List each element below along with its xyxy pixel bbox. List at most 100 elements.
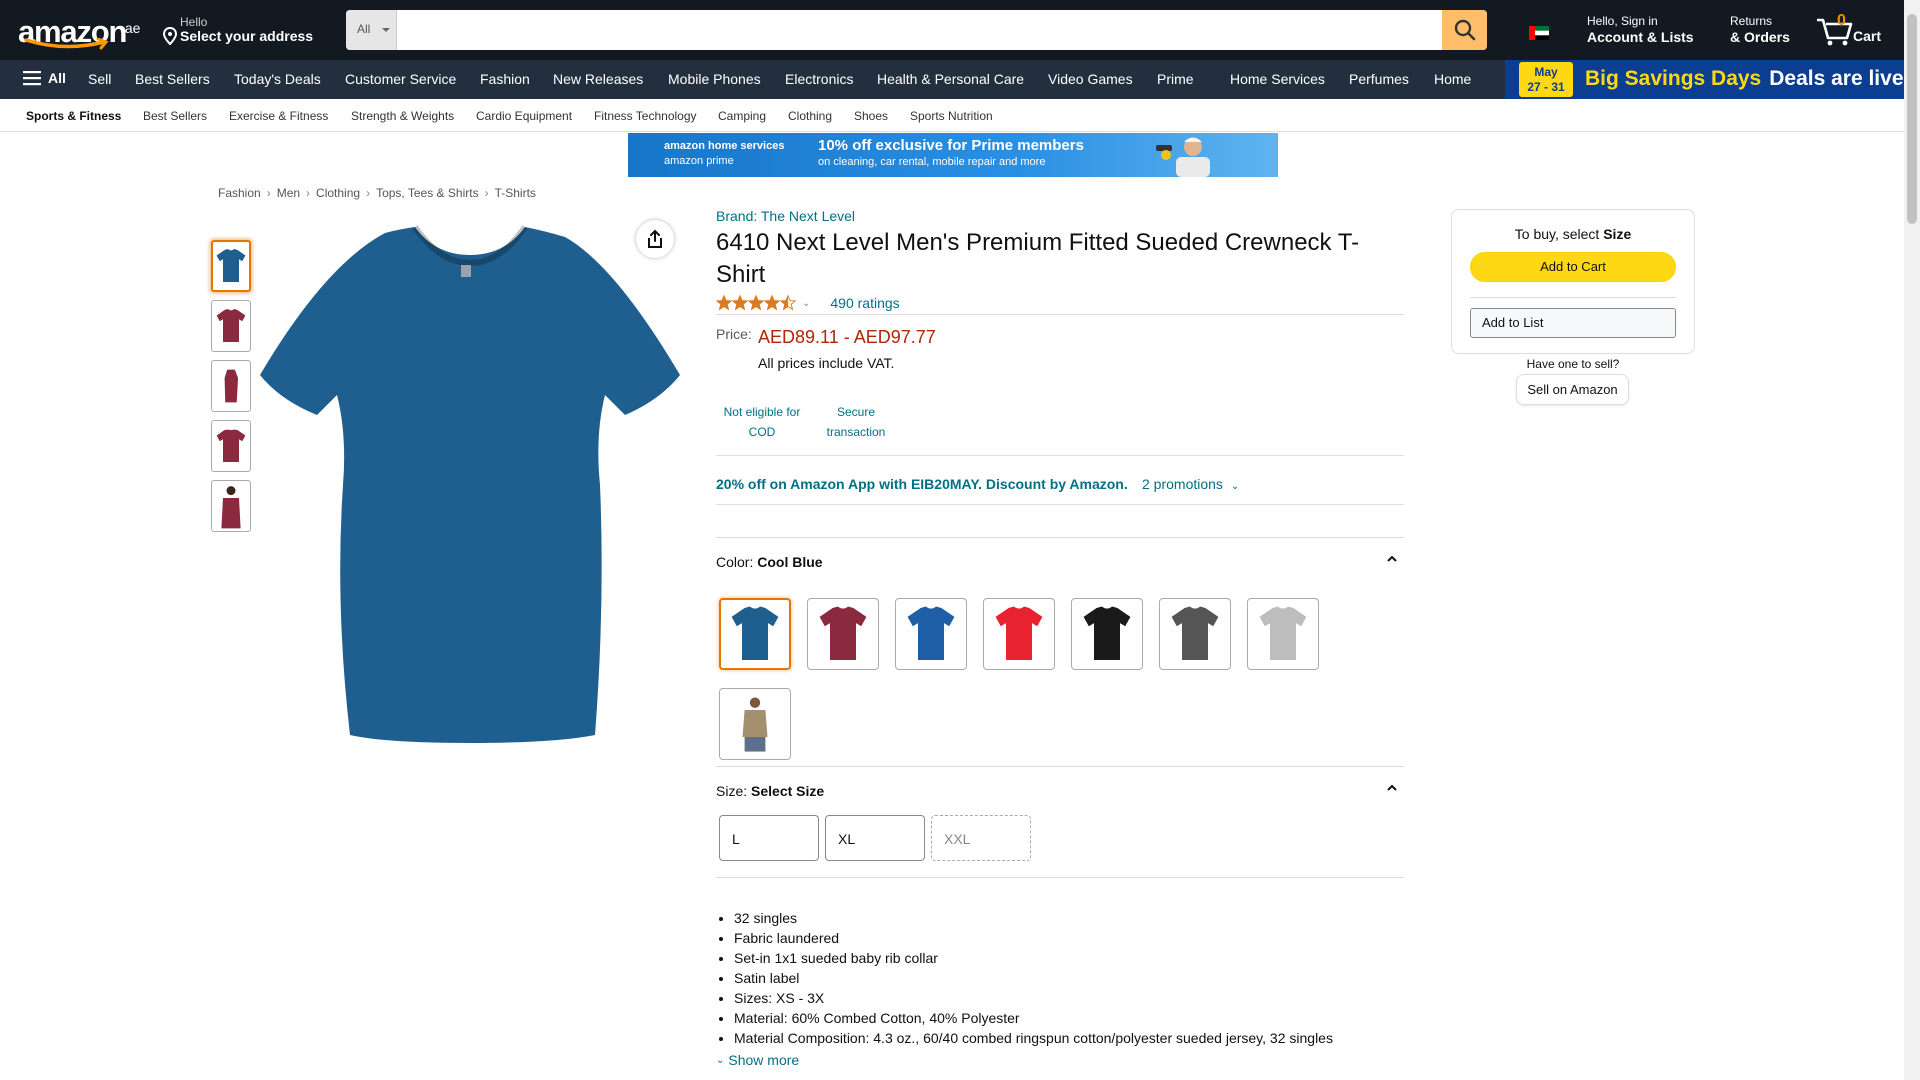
- size-header[interactable]: Size: Select Size: [716, 767, 1404, 811]
- nav-customer-service[interactable]: Customer Service: [345, 71, 456, 87]
- address-prompt: Select your address: [180, 28, 314, 44]
- all-menu-button[interactable]: All: [23, 70, 66, 86]
- share-button[interactable]: [636, 220, 674, 258]
- page-scrollbar[interactable]: [1904, 0, 1920, 1080]
- product-main-image[interactable]: [255, 225, 685, 745]
- nav-home[interactable]: Home: [1434, 71, 1471, 87]
- cat-shoes[interactable]: Shoes: [854, 109, 888, 123]
- search-input[interactable]: [397, 10, 1442, 50]
- size-option-l[interactable]: L: [719, 815, 819, 861]
- amazon-logo[interactable]: amazon .ae: [18, 12, 140, 52]
- breadcrumb-separator-icon: ›: [484, 186, 489, 200]
- thumbnail[interactable]: [211, 420, 251, 472]
- feature-cod-line1: Not eligible for: [723, 405, 801, 419]
- buy-instruction-prefix: To buy, select: [1514, 226, 1604, 242]
- nav-new-releases[interactable]: New Releases: [553, 71, 643, 87]
- color-header[interactable]: Color: Cool Blue: [716, 538, 1404, 582]
- color-swatch[interactable]: [1159, 598, 1231, 670]
- nav-health-personal-care[interactable]: Health & Personal Care: [877, 71, 1024, 87]
- uae-flag-icon[interactable]: [1529, 26, 1549, 40]
- cat-clothing[interactable]: Clothing: [788, 109, 832, 123]
- color-swatch[interactable]: [1247, 598, 1319, 670]
- feature-cod[interactable]: Not eligible for COD: [720, 402, 804, 442]
- color-swatch[interactable]: [807, 598, 879, 670]
- breadcrumb-tshirts[interactable]: T-Shirts: [495, 186, 536, 200]
- returns-orders[interactable]: Returns & Orders: [1730, 14, 1790, 45]
- size-option-xl[interactable]: XL: [825, 815, 925, 861]
- scrollbar-thumb[interactable]: [1907, 14, 1917, 224]
- color-swatch[interactable]: [983, 598, 1055, 670]
- cart-button[interactable]: 0 Cart: [1815, 12, 1890, 48]
- cat-exercise-fitness[interactable]: Exercise & Fitness: [229, 109, 328, 123]
- ratings-count-link[interactable]: 490 ratings: [830, 295, 899, 311]
- tshirt-back-thumbnail-icon: [216, 429, 246, 462]
- search-category-label: All: [357, 22, 371, 36]
- color-swatch[interactable]: [719, 688, 791, 760]
- cat-camping[interactable]: Camping: [718, 109, 766, 123]
- nav-video-games[interactable]: Video Games: [1048, 71, 1133, 87]
- tshirt-swatch-icon: [742, 697, 768, 752]
- cat-fitness-technology[interactable]: Fitness Technology: [594, 109, 697, 123]
- breadcrumb-separator-icon: ›: [366, 186, 371, 200]
- promotions-count: 2 promotions: [1142, 476, 1223, 492]
- breadcrumb-men[interactable]: Men: [277, 186, 300, 200]
- color-swatch[interactable]: [719, 598, 791, 670]
- tshirt-thumbnail-icon: [216, 309, 246, 342]
- account-greeting: Hello, Sign in: [1587, 14, 1658, 28]
- thumbnail[interactable]: [211, 300, 251, 352]
- show-more-link[interactable]: ⌄ Show more: [716, 1052, 1404, 1068]
- thumbnail[interactable]: [211, 360, 251, 412]
- technician-illustration: [1156, 137, 1210, 177]
- search-button[interactable]: [1442, 10, 1487, 50]
- tshirt-shape: [260, 227, 680, 743]
- breadcrumb-fashion[interactable]: Fashion: [218, 186, 261, 200]
- nav-best-sellers[interactable]: Best Sellers: [135, 71, 210, 87]
- breadcrumb-clothing[interactable]: Clothing: [316, 186, 360, 200]
- cat-strength-weights[interactable]: Strength & Weights: [351, 109, 454, 123]
- add-to-list-button[interactable]: Add to List: [1470, 308, 1676, 338]
- image-thumbnails: [211, 240, 251, 540]
- feature-secure[interactable]: Secure transaction: [820, 402, 892, 442]
- nav-electronics[interactable]: Electronics: [785, 71, 853, 87]
- ad-brand: amazon home services amazon prime: [664, 139, 784, 169]
- show-more-label: Show more: [728, 1052, 800, 1068]
- nav-perfumes[interactable]: Perfumes: [1349, 71, 1409, 87]
- search-category-select[interactable]: All: [346, 10, 397, 50]
- chevron-down-icon: ⌄: [716, 1054, 725, 1066]
- nav-prime[interactable]: Prime: [1157, 71, 1194, 87]
- search-bar: All: [346, 10, 1487, 50]
- chevron-down-icon[interactable]: ⌄: [802, 298, 810, 309]
- big-savings-banner[interactable]: May 27 - 31 Big Savings Days Deals are li…: [1505, 60, 1904, 99]
- cat-sports-fitness[interactable]: Sports & Fitness: [26, 109, 121, 123]
- size-label-text: Size:: [716, 783, 748, 799]
- thumbnail[interactable]: [211, 240, 251, 292]
- nav-fashion[interactable]: Fashion: [480, 71, 530, 87]
- brand-link[interactable]: Brand: The Next Level: [716, 208, 1404, 224]
- account-lists[interactable]: Hello, Sign in Account & Lists: [1587, 14, 1694, 45]
- cat-best-sellers[interactable]: Best Sellers: [143, 109, 207, 123]
- deliver-to-address[interactable]: Hello Select your address: [160, 14, 330, 48]
- thumbnail[interactable]: [211, 480, 251, 532]
- promo-text[interactable]: 20% off on Amazon App with EIB20MAY. Dis…: [716, 476, 1128, 492]
- color-swatch[interactable]: [895, 598, 967, 670]
- size-option-xxl[interactable]: XXL: [931, 815, 1031, 861]
- star-icon: [780, 295, 796, 311]
- promo-headline-2: Deals are live: [1769, 67, 1904, 90]
- add-to-cart-button[interactable]: Add to Cart: [1470, 252, 1676, 282]
- cat-sports-nutrition[interactable]: Sports Nutrition: [910, 109, 993, 123]
- star-rating[interactable]: [716, 295, 796, 311]
- promotions-dropdown[interactable]: 2 promotions ⌄: [1142, 476, 1239, 492]
- nav-todays-deals[interactable]: Today's Deals: [234, 71, 321, 87]
- nav-sell[interactable]: Sell: [88, 71, 111, 87]
- breadcrumb-tops[interactable]: Tops, Tees & Shirts: [376, 186, 479, 200]
- home-services-ad[interactable]: amazon home services amazon prime 10% of…: [628, 133, 1278, 177]
- nav-home-services[interactable]: Home Services: [1230, 71, 1325, 87]
- color-swatch[interactable]: [1071, 598, 1143, 670]
- logo-tld: .ae: [121, 20, 141, 36]
- promo-headline: Big Savings Days Deals are live: [1585, 67, 1904, 91]
- cat-cardio-equipment[interactable]: Cardio Equipment: [476, 109, 572, 123]
- product-details: Brand: The Next Level 6410 Next Level Me…: [716, 208, 1404, 1068]
- divider: [716, 877, 1404, 878]
- nav-mobile-phones[interactable]: Mobile Phones: [668, 71, 761, 87]
- sell-on-amazon-button[interactable]: Sell on Amazon: [1516, 374, 1629, 405]
